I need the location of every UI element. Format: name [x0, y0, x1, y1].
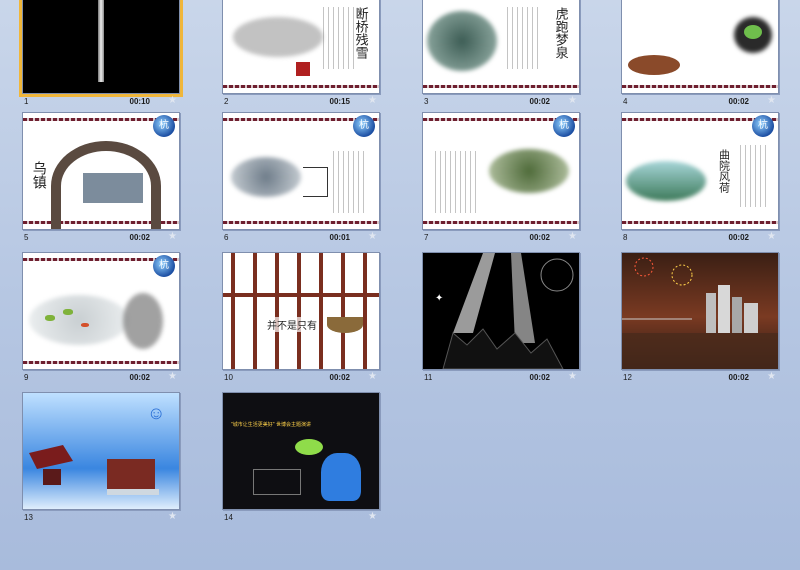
lotus-pond-image: [626, 161, 706, 201]
slide-preview-5: 杭 乌镇: [22, 112, 180, 230]
slide-title: 曲院风荷: [717, 149, 731, 193]
goldfish-painting-image: [29, 295, 129, 345]
slide-preview-11: ✦: [422, 252, 580, 370]
link-list: [253, 469, 301, 495]
transition-star-icon[interactable]: ★: [168, 95, 177, 106]
slide-preview-10: 并不是只有: [222, 252, 380, 370]
figure-image: [123, 293, 163, 349]
spring-landscape-image: [427, 11, 497, 71]
slide-number: 6: [224, 233, 229, 242]
slide-title: 断桥残雪: [352, 7, 368, 59]
haibao-mascot-image: [321, 453, 361, 501]
slide-timing: 00:02: [728, 97, 749, 106]
transition-star-icon[interactable]: ★: [568, 231, 577, 242]
teapot-image: [628, 55, 680, 75]
slide-thumbnail-2[interactable]: 断桥残雪 2 00:15 ★: [222, 0, 380, 106]
slide-preview-14: "城市让生活更美好" 世博会主题演讲: [222, 392, 380, 510]
transition-star-icon[interactable]: ★: [368, 511, 377, 522]
slide-preview-9: 杭: [22, 252, 180, 370]
scroll-rod-image: [98, 0, 104, 82]
transition-star-icon[interactable]: ★: [767, 231, 776, 242]
speech-bubble: [295, 439, 323, 455]
slide-preview-13: ☺: [22, 392, 180, 510]
slide-number: 13: [24, 513, 33, 522]
slide-number: 4: [623, 97, 628, 106]
slide-number: 14: [224, 513, 233, 522]
slide-timing: 00:10: [129, 97, 150, 106]
slide-timing: 00:15: [329, 97, 350, 106]
slide-thumbnail-5[interactable]: 杭 乌镇 5 00:02 ★: [22, 112, 180, 242]
transition-star-icon[interactable]: ★: [368, 95, 377, 106]
slide-number: 7: [424, 233, 429, 242]
transition-star-icon[interactable]: ★: [767, 95, 776, 106]
slide-timing: 00:02: [728, 233, 749, 242]
slide-number: 10: [224, 373, 233, 382]
transition-star-icon[interactable]: ★: [568, 371, 577, 382]
transition-star-icon[interactable]: ★: [168, 231, 177, 242]
slide-number: 1: [24, 97, 29, 106]
slide-thumbnail-4[interactable]: 4 00:02 ★: [621, 0, 779, 106]
transition-star-icon[interactable]: ★: [168, 511, 177, 522]
slide-timing: 00:02: [129, 373, 150, 382]
svg-text:☺: ☺: [147, 403, 165, 423]
slide-number: 9: [24, 373, 29, 382]
slide-number: 5: [24, 233, 29, 242]
hangzhou-logo: 杭: [153, 115, 175, 137]
slide-timing: 00:01: [329, 233, 350, 242]
slide-thumbnail-13[interactable]: ☺ 13 ★: [22, 392, 180, 522]
transition-star-icon[interactable]: ★: [767, 371, 776, 382]
slide-thumbnail-3[interactable]: 虎跑梦泉 3 00:02 ★: [422, 0, 580, 106]
hangzhou-logo: 杭: [553, 115, 575, 137]
transition-star-icon[interactable]: ★: [368, 231, 377, 242]
slide-thumbnail-9[interactable]: 杭 9 00:02 ★: [22, 252, 180, 382]
slide-preview-12: [621, 252, 779, 370]
slide-thumbnail-14[interactable]: "城市让生活更美好" 世博会主题演讲 14 ★: [222, 392, 380, 522]
slide-preview-7: 杭: [422, 112, 580, 230]
transition-star-icon[interactable]: ★: [168, 371, 177, 382]
slide-preview-6: 杭: [222, 112, 380, 230]
transition-star-icon[interactable]: ★: [568, 95, 577, 106]
basket-image: [327, 317, 363, 333]
slide-thumbnail-7[interactable]: 杭 7 00:02 ★: [422, 112, 580, 242]
slide-preview-2: 断桥残雪: [222, 0, 380, 94]
city-fireworks-image: [622, 257, 778, 369]
slide-number: 11: [424, 373, 433, 382]
transition-star-icon[interactable]: ★: [368, 371, 377, 382]
slide-preview-8: 杭 曲院风荷: [621, 112, 779, 230]
slide-thumbnail-6[interactable]: 杭 6 00:01 ★: [222, 112, 380, 242]
slide-thumbnail-11[interactable]: ✦ 11 00:02 ★: [422, 252, 580, 382]
slide-caption: 并不是只有: [267, 317, 317, 332]
slide-title: 乌镇: [30, 161, 47, 189]
slide-thumbnail-10[interactable]: 并不是只有 10 00:02 ★: [222, 252, 380, 382]
slide-timing: 00:02: [728, 373, 749, 382]
seal-stamp: [296, 62, 310, 76]
slide-timing: 00:02: [529, 373, 550, 382]
slide-timing: 00:02: [529, 233, 550, 242]
slide-number: 12: [623, 373, 632, 382]
slide-number: 3: [424, 97, 429, 106]
slide-number: 8: [623, 233, 628, 242]
slide-preview-3: 虎跑梦泉: [422, 0, 580, 94]
slide-thumbnail-12[interactable]: 12 00:02 ★: [621, 252, 779, 382]
slide-title: "城市让生活更美好" 世博会主题演讲: [231, 422, 311, 428]
buddha-statue-image: [231, 157, 301, 197]
hangzhou-logo: 杭: [153, 255, 175, 277]
slide-timing: 00:02: [529, 97, 550, 106]
hangzhou-logo: 杭: [353, 115, 375, 137]
slide-thumbnail-8[interactable]: 杭 曲院风荷 8 00:02 ★: [621, 112, 779, 242]
ink-landscape-image: [233, 17, 323, 57]
expo-pavilion-image: ☺: [29, 403, 165, 495]
slide-timing: 00:02: [329, 373, 350, 382]
hangzhou-logo: 杭: [752, 115, 774, 137]
dance-silhouette-image: ✦: [435, 253, 574, 369]
slide-preview-1: [19, 0, 183, 97]
slide-preview-4: [621, 0, 779, 94]
village-image: [489, 149, 569, 193]
slide-number: 2: [224, 97, 229, 106]
slide-thumbnail-1[interactable]: 1 00:10 ★: [19, 0, 183, 106]
slide-timing: 00:02: [129, 233, 150, 242]
svg-text:✦: ✦: [435, 293, 443, 304]
slide-title: 虎跑梦泉: [552, 7, 568, 59]
